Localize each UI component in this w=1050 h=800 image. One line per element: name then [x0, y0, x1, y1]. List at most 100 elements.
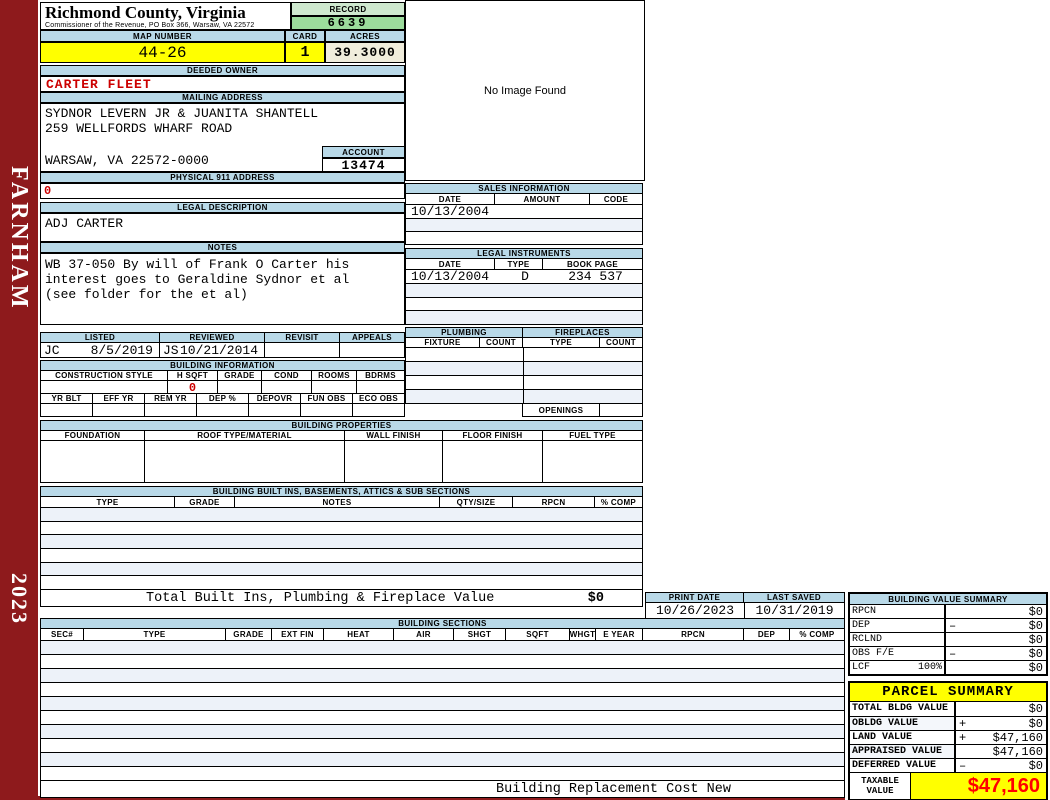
- summary-row: RPCN $0: [850, 605, 1046, 619]
- mailing-address-box: SYDNOR LEVERN JR & JUANITA SHANTELL 259 …: [40, 103, 405, 173]
- sales-information-title: SALES INFORMATION: [405, 183, 643, 194]
- column-header: AMOUNT: [495, 194, 590, 204]
- built-ins-columns: TYPE GRADE NOTES QTY/SIZE RPCN % COMP: [40, 497, 643, 508]
- row-sign: +: [959, 717, 967, 731]
- review-values: JC 8/5/2019 JS 10/21/2014: [40, 343, 405, 358]
- print-info-headers: PRINT DATE LAST SAVED: [645, 592, 845, 603]
- mailing-line-4: WARSAW, VA 22572-0000: [45, 153, 209, 168]
- column-header: YR BLT: [41, 394, 93, 403]
- column-header: REM YR: [145, 394, 197, 403]
- commissioner-line: Commissioner of the Revenue, PO Box 366,…: [45, 22, 255, 29]
- column-header: RPCN: [643, 629, 744, 640]
- column-header: ROOMS: [312, 371, 357, 380]
- parcel-summary-title: PARCEL SUMMARY: [850, 683, 1046, 702]
- no-image-message: No Image Found: [484, 84, 566, 97]
- summary-row: DEFERRED VALUE – $0: [850, 758, 1046, 773]
- reviewed-date: 10/21/2014: [179, 342, 258, 358]
- row-label: RCLND: [852, 634, 883, 645]
- appeals-value: [340, 343, 404, 357]
- row-value: $0: [1028, 619, 1043, 633]
- record-label: RECORD: [291, 2, 405, 16]
- column-header: DEP: [744, 629, 790, 640]
- mailing-line-2: 259 WELLFORDS WHARF ROAD: [45, 121, 233, 136]
- column-header: DATE: [406, 194, 495, 204]
- account-label: ACCOUNT: [322, 146, 405, 158]
- column-header: BDRMS: [365, 371, 396, 380]
- notes-box: WB 37-050 By will of Frank O Carter his …: [40, 253, 405, 325]
- plumbing-fireplaces-columns: FIXTURE COUNT TYPE COUNT: [405, 338, 643, 348]
- column-header: % COMP: [799, 630, 835, 639]
- column-header: RPCN: [513, 497, 595, 507]
- built-ins-empty-rows: [40, 508, 643, 590]
- summary-row: LCF 100% $0: [850, 660, 1046, 675]
- building-sections-columns: SEC# TYPE GRADE EXT FIN HEAT AIR SHGT SQ…: [40, 629, 845, 641]
- column-header: FUEL TYPE: [569, 431, 616, 440]
- property-record-card: FARNHAM 2023 Richmond County, Virginia C…: [0, 0, 1050, 800]
- acres-label: ACRES: [325, 30, 405, 42]
- parcel-summary: PARCEL SUMMARY TOTAL BLDG VALUE $0 OBLDG…: [848, 681, 1048, 800]
- column-header: FIXTURE: [406, 338, 480, 347]
- column-header: TYPE: [523, 338, 600, 347]
- row-value: $0: [1028, 717, 1043, 731]
- last-saved-value: 10/31/2019: [755, 603, 834, 618]
- building-replacement-cost-label: Building Replacement Cost New: [496, 781, 731, 797]
- legal-instrument-row: 10/13/2004 D 234 537: [405, 269, 643, 284]
- plumbing-fireplaces-headers: PLUMBING FIREPLACES: [405, 327, 643, 338]
- instrument-book-page: 234 537: [568, 269, 623, 284]
- column-header: DEPOVR: [249, 394, 301, 403]
- column-header: SEC#: [41, 629, 84, 640]
- physical-911-address-value: 0: [40, 183, 405, 199]
- card-label: CARD: [285, 30, 325, 42]
- building-information-values-1: 0: [40, 381, 405, 395]
- tax-year: 2023: [7, 573, 32, 625]
- column-header: EXT FIN: [272, 629, 324, 640]
- taxable-value-row: TAXABLE VALUE $47,160: [850, 772, 1046, 799]
- column-header: COND: [262, 371, 312, 380]
- listed-label: LISTED: [41, 333, 160, 342]
- building-properties-title: BUILDING PROPERTIES: [40, 420, 643, 431]
- building-sections-empty-rows: [40, 641, 845, 781]
- row-label: LCF: [852, 662, 871, 673]
- mailing-address-label: MAILING ADDRESS: [40, 92, 405, 103]
- map-number-value: 44-26: [40, 42, 285, 63]
- row-value: $0: [1028, 633, 1043, 647]
- account-value: 13474: [322, 158, 405, 173]
- county-title: Richmond County, Virginia: [45, 3, 246, 22]
- reviewed-by: JS: [163, 342, 179, 358]
- summary-row: LAND VALUE + $47,160: [850, 730, 1046, 745]
- column-header: COUNT: [606, 338, 636, 347]
- column-header: SQFT: [506, 629, 570, 640]
- legal-instruments-empty-rows: [405, 284, 643, 325]
- column-header: SHGT: [454, 629, 506, 640]
- column-header: TYPE: [495, 259, 543, 269]
- column-header: CONSTRUCTION STYLE: [41, 371, 168, 380]
- row-value: $0: [1028, 759, 1043, 773]
- column-header: FLOOR FINISH: [443, 431, 543, 440]
- column-header: NOTES: [235, 497, 440, 507]
- row-value: $0: [1028, 661, 1043, 675]
- column-header: TYPE: [84, 629, 226, 640]
- acres-value: 39.3000: [325, 42, 405, 63]
- column-header: FUN OBS: [301, 394, 353, 403]
- appeals-label: APPEALS: [352, 333, 392, 342]
- row-value: $0: [1028, 702, 1043, 716]
- lcf-percent: 100%: [917, 662, 942, 673]
- built-ins-total-row: Total Built Ins, Plumbing & Fireplace Va…: [40, 590, 643, 607]
- revisit-value: [265, 343, 340, 357]
- row-label: TOTAL BLDG VALUE: [852, 703, 949, 714]
- building-sections-title: BUILDING SECTIONS: [40, 618, 845, 629]
- column-header: AIR: [394, 629, 454, 640]
- building-information-columns-2: YR BLT EFF YR REM YR DEP % DEPOVR FUN OB…: [40, 394, 405, 404]
- sales-row-date: 10/13/2004: [405, 204, 643, 219]
- column-header: GRADE: [218, 371, 262, 380]
- column-header: FOUNDATION: [41, 431, 145, 440]
- district-sidebar: FARNHAM 2023: [0, 0, 38, 800]
- row-label: LAND VALUE: [852, 732, 913, 743]
- map-number-label: MAP NUMBER: [40, 30, 285, 42]
- row-value: $0: [1028, 605, 1043, 619]
- summary-row: OBS F/E – $0: [850, 646, 1046, 661]
- fireplace-openings-row: OPENINGS: [522, 404, 643, 417]
- column-header: ROOF TYPE/MATERIAL: [145, 431, 345, 440]
- notes-line-2: interest goes to Geraldine Sydnor et al: [45, 272, 350, 287]
- row-value: $47,160: [992, 745, 1043, 759]
